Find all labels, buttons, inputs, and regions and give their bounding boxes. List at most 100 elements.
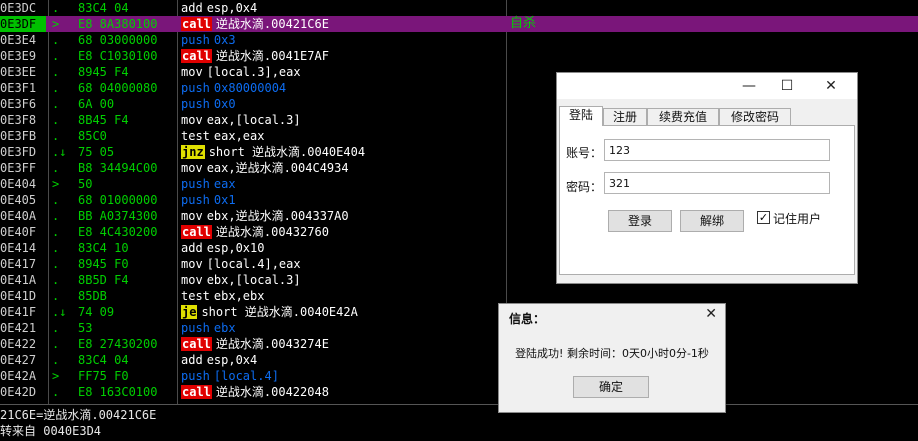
instruction-cell: mov ebx,逆战水滴.004337A0 — [181, 208, 349, 224]
login-titlebar[interactable]: — ☐ ✕ — [557, 73, 857, 99]
account-input[interactable]: 123 — [604, 139, 830, 161]
minimize-icon[interactable]: — — [731, 73, 767, 99]
jump-marker: .↓ — [52, 305, 67, 319]
operands: 0x3 — [213, 33, 236, 47]
address-cell: 0E414 — [0, 241, 37, 255]
remember-checkbox[interactable]: ✓ — [757, 211, 770, 224]
mnemonic: push — [181, 177, 210, 191]
tab-register[interactable]: 注册 — [603, 108, 647, 125]
tab-login[interactable]: 登陆 — [559, 106, 603, 126]
address-cell: 0E3FF — [0, 161, 37, 175]
table-row[interactable]: 0E41D. 85DB test ebx,ebx — [0, 288, 918, 304]
info-dialog: 信息： ✕ 登陆成功! 剩余时间：0天0小时0分-1秒 确定 — [498, 303, 726, 413]
status-line-1: 21C6E=逆战水滴.00421C6E — [0, 408, 157, 422]
tab-recharge[interactable]: 续费充值 — [647, 108, 719, 125]
jump-marker: . — [52, 1, 60, 15]
mnemonic: mov — [181, 113, 203, 127]
mnemonic: mov — [181, 209, 203, 223]
table-row[interactable]: 0E427. 83C4 04 add esp,0x4 — [0, 352, 918, 368]
jump-marker: . — [52, 33, 60, 47]
instruction-cell: push 0x1 — [181, 192, 236, 208]
instruction-cell: test eax,eax — [181, 128, 264, 144]
mnemonic: call — [181, 337, 212, 351]
table-row[interactable]: 0E3E4. 68 03000000 push 0x3 — [0, 32, 918, 48]
mnemonic: jnz — [181, 145, 205, 159]
table-row[interactable]: 0E422. E8 27430200 call 逆战水滴.0043274E — [0, 336, 918, 352]
operands: 逆战水滴.00421C6E — [215, 17, 329, 31]
hex-bytes-cell: 74 09 — [78, 305, 115, 319]
address-cell: 0E422 — [0, 337, 37, 351]
table-row[interactable]: 0E42D. E8 163C0100 call 逆战水滴.00422048 — [0, 384, 918, 400]
table-row[interactable]: 0E42A > FF75 F0 push [local.4] — [0, 368, 918, 384]
hex-bytes-cell: B8 34494C00 — [78, 161, 158, 175]
address-cell: 0E404 — [0, 177, 37, 191]
mnemonic: add — [181, 1, 203, 15]
address-cell: 0E3E4 — [0, 33, 37, 47]
address-cell: 0E3F1 — [0, 81, 37, 95]
instruction-cell: push 0x3 — [181, 32, 236, 48]
hex-bytes-cell: BB A0374300 — [78, 209, 158, 223]
address-cell: 0E3DC — [0, 1, 37, 15]
instruction-cell: push 0x80000004 — [181, 80, 286, 96]
operands: esp,0x4 — [206, 353, 258, 367]
instruction-cell: push ebx — [181, 320, 236, 336]
operands: ebx,逆战水滴.004337A0 — [206, 209, 349, 223]
address-cell: 0E41D — [0, 289, 37, 303]
unbind-button[interactable]: 解绑 — [680, 210, 744, 232]
instruction-cell: jnz short 逆战水滴.0040E404 — [181, 144, 365, 160]
mnemonic: mov — [181, 65, 203, 79]
address-cell: 0E42D — [0, 385, 37, 399]
maximize-icon[interactable]: ☐ — [769, 73, 805, 99]
mnemonic: push — [181, 33, 210, 47]
hex-bytes-cell: 83C4 04 — [78, 353, 129, 367]
instruction-cell: mov eax,[local.3] — [181, 112, 301, 128]
tab-change-password[interactable]: 修改密码 — [719, 108, 791, 125]
operands: ebx,[local.3] — [206, 273, 301, 287]
instruction-cell: je short 逆战水滴.0040E42A — [181, 304, 358, 320]
address-cell: 0E41A — [0, 273, 37, 287]
table-row[interactable]: 0E421. 53 push ebx — [0, 320, 918, 336]
account-label: 账号： — [566, 146, 603, 160]
address-cell: 0E405 — [0, 193, 37, 207]
mnemonic: add — [181, 353, 203, 367]
mnemonic: push — [181, 321, 210, 335]
info-message: 登陆成功! 剩余时间：0天0小时0分-1秒 — [515, 347, 709, 360]
hex-bytes-cell: E8 C1030100 — [78, 49, 158, 63]
jump-marker: . — [52, 113, 60, 127]
operands: 逆战水滴.0043274E — [215, 337, 329, 351]
operands: [local.4],eax — [206, 257, 301, 271]
jump-marker: . — [52, 65, 60, 79]
table-row[interactable]: 0E3DC. 83C4 04 add esp,0x4 — [0, 0, 918, 16]
hex-bytes-cell: 8B45 F4 — [78, 113, 129, 127]
password-label: 密码： — [566, 180, 603, 194]
password-input[interactable]: 321 — [604, 172, 830, 194]
hex-bytes-cell: E8 4C430200 — [78, 225, 158, 239]
hex-bytes-cell: E8 163C0100 — [78, 385, 158, 399]
jump-marker: . — [52, 289, 60, 303]
hex-bytes-cell: FF75 F0 — [78, 369, 129, 383]
mnemonic: call — [181, 49, 212, 63]
jump-marker: .↓ — [52, 145, 67, 159]
operands: eax,逆战水滴.004C4934 — [206, 161, 349, 175]
hex-bytes-cell: 85C0 — [78, 129, 107, 143]
jump-marker: . — [52, 49, 60, 63]
mnemonic: test — [181, 289, 210, 303]
instruction-cell: add esp,0x10 — [181, 240, 264, 256]
login-button[interactable]: 登录 — [608, 210, 672, 232]
table-row[interactable]: 0E3E9. E8 C1030100 call 逆战水滴.0041E7AF — [0, 48, 918, 64]
table-row[interactable]: 0E41F .↓ 74 09 je short 逆战水滴.0040E42A — [0, 304, 918, 320]
operands: esp,0x4 — [206, 1, 258, 15]
jump-marker: . — [52, 353, 60, 367]
address-cell: 0E3DF — [0, 16, 46, 32]
mnemonic: test — [181, 129, 210, 143]
jump-marker: > — [52, 369, 60, 383]
table-row[interactable]: 0E3DF > E8 8A380100 call 逆战水滴.00421C6E 自杀 — [0, 16, 918, 32]
hex-bytes-cell: 83C4 04 — [78, 1, 129, 15]
close-icon[interactable]: ✕ — [813, 73, 849, 99]
close-icon[interactable]: ✕ — [705, 306, 717, 322]
ok-button[interactable]: 确定 — [573, 376, 649, 398]
hex-bytes-cell: 75 05 — [78, 145, 115, 159]
operands: 逆战水滴.0041E7AF — [215, 49, 329, 63]
mnemonic: call — [181, 385, 212, 399]
jump-marker: . — [52, 321, 60, 335]
